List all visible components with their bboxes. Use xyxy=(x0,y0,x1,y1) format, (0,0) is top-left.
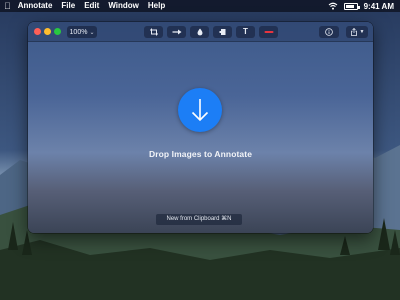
share-icon xyxy=(350,28,357,36)
menu-file[interactable]: File xyxy=(61,0,75,12)
menu-help[interactable]: Help xyxy=(148,0,165,12)
blur-tool-button[interactable] xyxy=(190,26,209,38)
highlight-icon xyxy=(219,29,225,35)
apple-menu-icon[interactable]:  xyxy=(4,1,11,11)
drop-instructions: Drop Images to Annotate xyxy=(148,149,253,159)
drop-target[interactable] xyxy=(178,88,222,132)
share-button[interactable]: ▼ xyxy=(346,26,368,38)
crop-icon xyxy=(149,28,158,36)
chevron-down-icon: ▼ xyxy=(359,29,365,35)
arrow-icon xyxy=(172,29,181,35)
text-tool-button[interactable]: T xyxy=(236,26,255,38)
arrow-tool-button[interactable] xyxy=(167,26,186,38)
tool-group: T xyxy=(144,26,278,38)
info-button[interactable] xyxy=(319,26,339,38)
color-tool-button[interactable] xyxy=(259,26,278,38)
zoom-value: 100% xyxy=(69,28,88,36)
download-arrow-icon xyxy=(191,99,209,122)
menu-window[interactable]: Window xyxy=(108,0,139,12)
new-from-clipboard-button[interactable]: New from Clipboard ⌘N xyxy=(156,214,242,225)
chevron-down-icon: ⌄ xyxy=(89,29,95,36)
info-icon xyxy=(325,28,333,36)
crop-tool-button[interactable] xyxy=(144,26,163,38)
line-color-icon xyxy=(264,31,273,33)
maximize-window-button[interactable] xyxy=(54,28,61,35)
blur-drop-icon xyxy=(197,28,202,36)
battery-icon[interactable] xyxy=(343,2,360,10)
minimize-window-button[interactable] xyxy=(44,28,51,35)
menu-edit[interactable]: Edit xyxy=(84,0,99,12)
window-toolbar: 100% ⌄ T ▼ xyxy=(28,22,373,42)
zoom-dropdown[interactable]: 100% ⌄ xyxy=(67,26,97,38)
menu-bar:  Annotate File Edit Window Help 9:41 AM xyxy=(0,0,400,12)
menubar-clock[interactable]: 9:41 AM xyxy=(364,2,394,11)
app-menu[interactable]: Annotate xyxy=(18,0,53,12)
highlight-tool-button[interactable] xyxy=(213,26,232,38)
wifi-icon[interactable] xyxy=(328,2,338,10)
text-tool-icon: T xyxy=(243,27,248,36)
close-window-button[interactable] xyxy=(34,28,41,35)
annotate-window: 100% ⌄ T ▼ Drop Images to Annotate New f… xyxy=(28,22,373,233)
